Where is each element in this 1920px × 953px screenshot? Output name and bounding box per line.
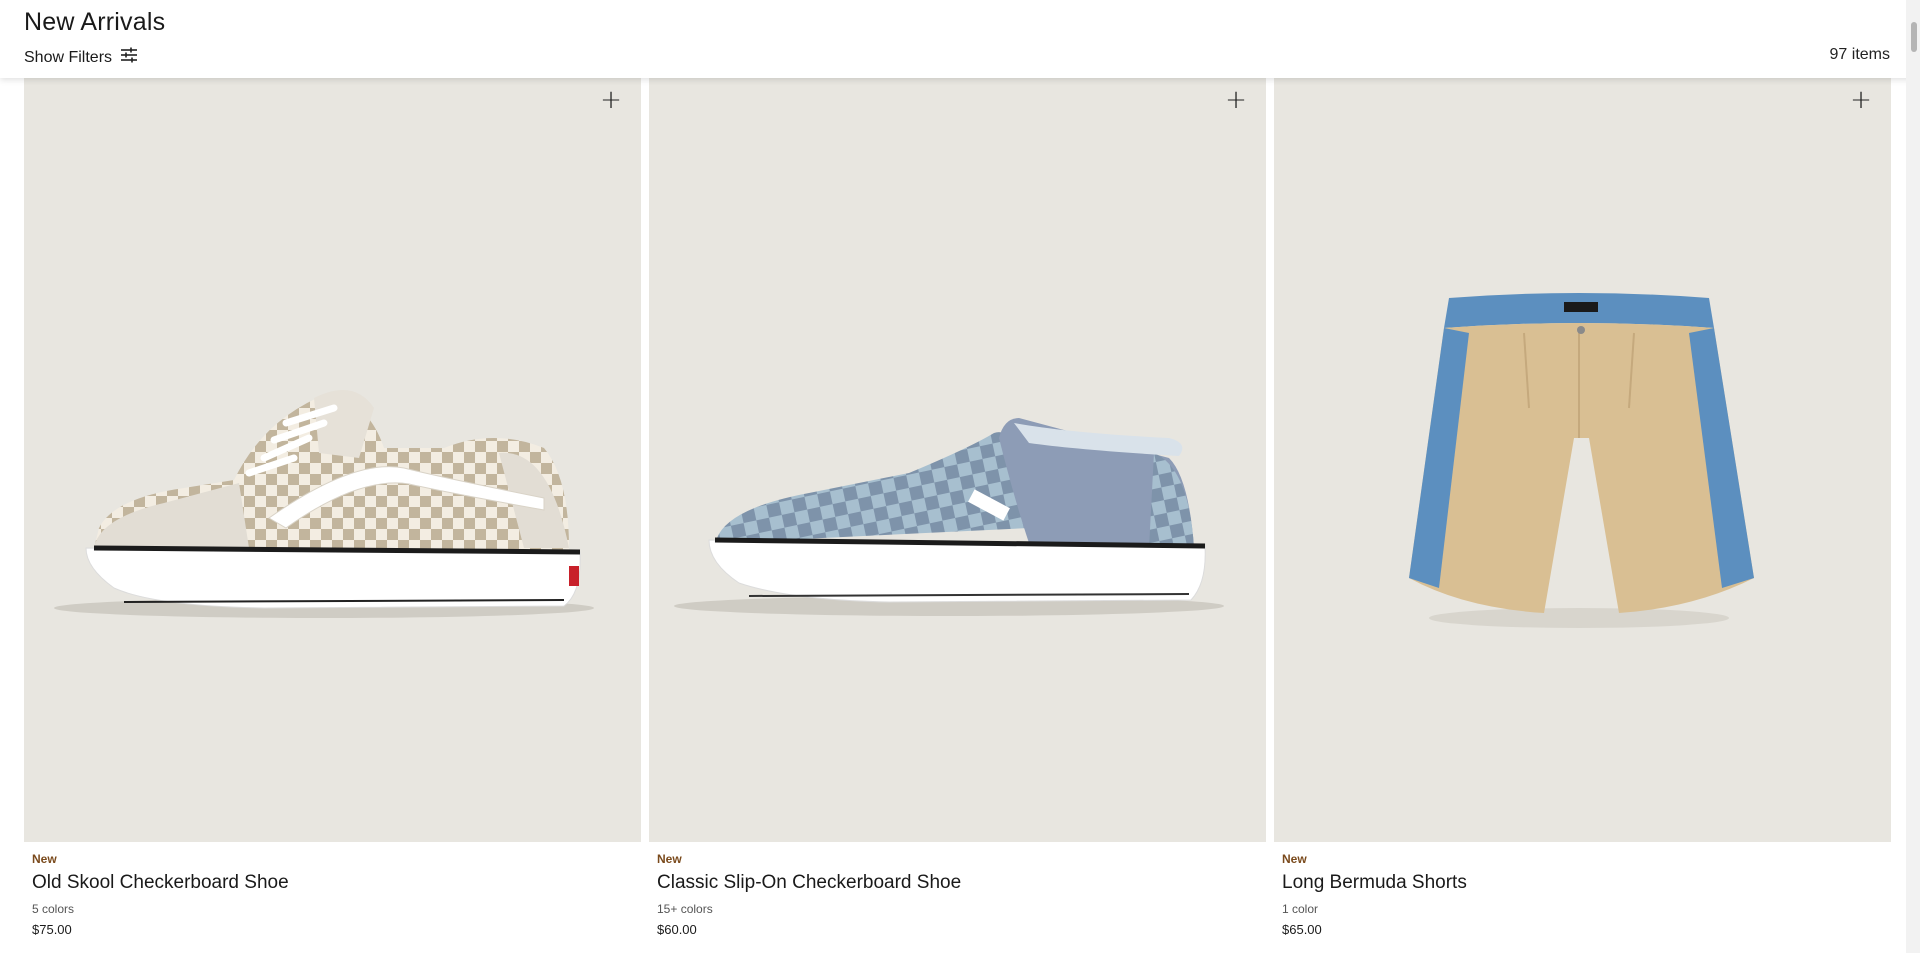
- product-card[interactable]: + New Classic Slip-On Checkerboard Shoe …: [649, 78, 1266, 953]
- scrollbar[interactable]: [1906, 0, 1920, 953]
- product-price: $65.00: [1282, 922, 1322, 937]
- product-card[interactable]: + New Long Bermuda Shorts 1 color $65.00: [1274, 78, 1891, 953]
- page-header: New Arrivals Show Filters 97 items: [0, 0, 1920, 78]
- product-colors: 15+ colors: [657, 902, 713, 916]
- product-image-area[interactable]: +: [1274, 78, 1891, 842]
- product-image-slip-on[interactable]: [649, 78, 1266, 842]
- scrollbar-thumb[interactable]: [1911, 22, 1917, 52]
- new-badge: New: [657, 852, 682, 866]
- product-colors: 1 color: [1282, 902, 1319, 916]
- product-info: New Old Skool Checkerboard Shoe 5 colors…: [32, 850, 632, 937]
- new-badge: New: [1282, 852, 1307, 866]
- sliders-icon: [120, 47, 138, 68]
- product-image-sneaker[interactable]: [24, 78, 641, 842]
- product-price: $75.00: [32, 922, 72, 937]
- show-filters-button[interactable]: Show Filters: [24, 47, 138, 68]
- item-count: 97 items: [1829, 46, 1890, 63]
- plus-icon[interactable]: +: [599, 87, 623, 113]
- page-title: New Arrivals: [24, 8, 166, 36]
- product-info: New Classic Slip-On Checkerboard Shoe 15…: [657, 850, 1257, 937]
- product-name[interactable]: Classic Slip-On Checkerboard Shoe: [657, 872, 1257, 894]
- product-image-shorts[interactable]: [1274, 78, 1891, 842]
- new-badge: New: [32, 852, 57, 866]
- product-name[interactable]: Long Bermuda Shorts: [1282, 872, 1882, 894]
- product-name[interactable]: Old Skool Checkerboard Shoe: [32, 872, 632, 894]
- product-colors: 5 colors: [32, 902, 75, 916]
- plus-icon[interactable]: +: [1849, 87, 1873, 113]
- product-info: New Long Bermuda Shorts 1 color $65.00: [1282, 850, 1882, 937]
- plus-icon[interactable]: +: [1224, 87, 1248, 113]
- product-price: $60.00: [657, 922, 697, 937]
- product-grid: + New Old Skool Checkerboard Shoe 5 colo…: [24, 78, 1891, 953]
- product-image-area[interactable]: +: [649, 78, 1266, 842]
- product-image-area[interactable]: +: [24, 78, 641, 842]
- product-card[interactable]: + New Old Skool Checkerboard Shoe 5 colo…: [24, 78, 641, 953]
- show-filters-label: Show Filters: [24, 48, 113, 66]
